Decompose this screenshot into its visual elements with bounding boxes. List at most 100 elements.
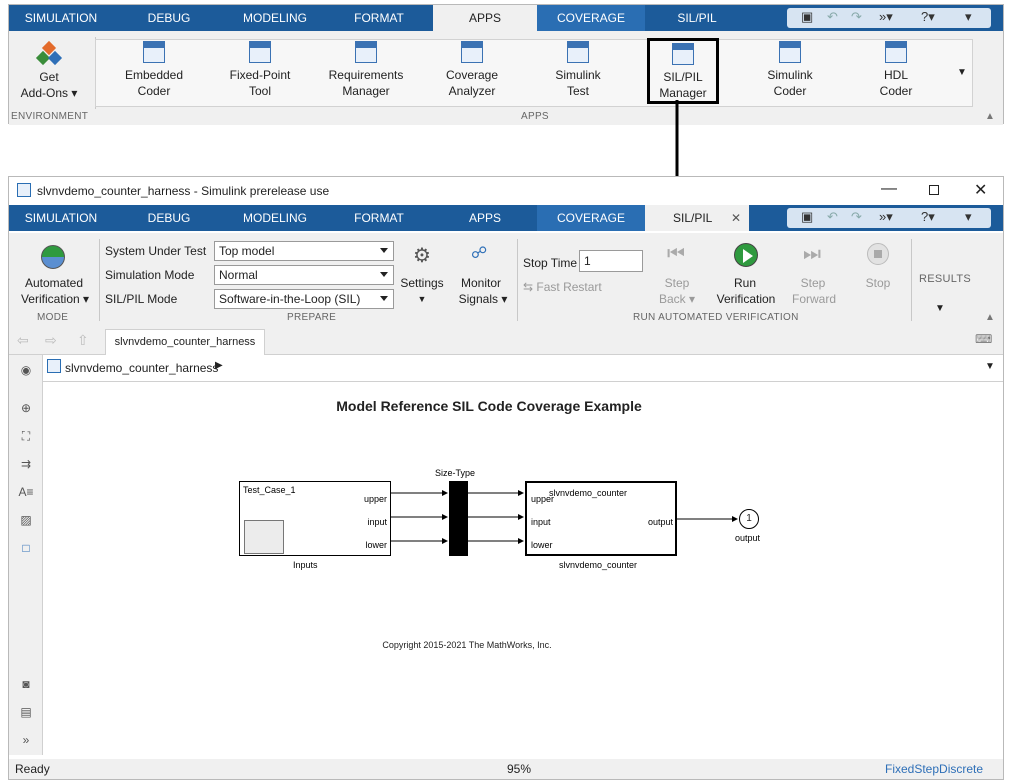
breadcrumb-dropdown-icon[interactable]: ▼ — [985, 361, 995, 372]
win-tab-format[interactable]: FORMAT — [325, 205, 433, 231]
win-collapse-icon[interactable]: ▾ — [965, 209, 972, 225]
breadcrumb-arrow-icon[interactable]: ▶ — [215, 360, 223, 371]
automated-verification-icon — [41, 245, 65, 269]
tab-format[interactable]: FORMAT — [325, 5, 433, 31]
model-icon — [47, 359, 61, 373]
simulink-coder-icon — [779, 41, 801, 63]
status-bar: Ready 95% FixedStepDiscrete — [9, 759, 1003, 779]
app-coverage-analyzer[interactable]: Coverage Analyzer — [427, 39, 517, 99]
app-requirements-manager[interactable]: Requirements Manager — [321, 39, 411, 99]
run-label2: Verification — [716, 292, 776, 306]
win-tab-simulation[interactable]: SIMULATION — [9, 205, 113, 231]
simulink-window: slvnvdemo_counter_harness - Simulink pre… — [8, 176, 1004, 780]
model-tab[interactable]: slvnvdemo_counter_harness — [105, 329, 265, 355]
gear-icon: ⚙ — [413, 245, 431, 267]
section-run-automated-verification: RUN AUTOMATED VERIFICATION — [633, 312, 799, 323]
get-add-ons-button[interactable]: Get Add-Ons ▾ — [9, 40, 89, 101]
collapse-icon[interactable]: ▾ — [965, 9, 972, 25]
property-inspector-icon[interactable]: ▤ — [18, 705, 34, 719]
forward-arrow-icon[interactable]: ⇨ — [45, 332, 57, 349]
sil-pil-mode-dropdown[interactable]: Software-in-the-Loop (SIL) — [214, 289, 394, 309]
keyboard-icon[interactable]: ⌨ — [975, 332, 992, 346]
system-under-test-dropdown[interactable]: Top model — [214, 241, 394, 261]
app-hdl-coder[interactable]: HDL Coder — [851, 39, 941, 99]
win-tab-modeling[interactable]: MODELING — [225, 205, 325, 231]
zoom-icon[interactable]: ⊕ — [18, 401, 34, 415]
tab-coverage[interactable]: COVERAGE — [537, 5, 645, 31]
hdl-coder-icon — [885, 41, 907, 63]
top-tab-bar: SIMULATION DEBUG MODELING FORMAT APPS CO… — [9, 5, 1003, 31]
expand-toolbar-icon[interactable]: » — [18, 733, 34, 747]
model-canvas[interactable]: Model Reference SIL Code Coverage Exampl… — [43, 381, 1003, 755]
back-arrow-icon[interactable]: ⇦ — [17, 332, 29, 349]
arrow-icon[interactable]: ⇉ — [18, 457, 34, 471]
win-undo-icon[interactable]: ↶ — [827, 209, 838, 225]
hide-browser-icon[interactable]: ◉ — [18, 363, 34, 377]
win-save-icon[interactable]: ▣ — [801, 209, 813, 225]
tab-modeling[interactable]: MODELING — [225, 5, 325, 31]
redo-icon[interactable]: ↷ — [851, 9, 862, 25]
app-embedded-coder[interactable]: Embedded Coder — [109, 39, 199, 99]
win-customize-icon[interactable]: »▾ — [879, 209, 893, 225]
section-mode: MODE — [37, 312, 69, 323]
tab-apps[interactable]: APPS — [433, 5, 537, 31]
results-expand-icon[interactable]: ▼ — [935, 303, 945, 314]
annotation-icon[interactable]: A≡ — [18, 485, 34, 499]
tab-close-icon[interactable]: ✕ — [731, 205, 741, 231]
settings-label: Settings — [400, 276, 444, 290]
tab-debug[interactable]: DEBUG — [113, 5, 225, 31]
left-toolbar: ◉ ⊕ ⛶ ⇉ A≡ ▨ □ ◙ ▤ » — [9, 355, 43, 755]
tab-sil-pil[interactable]: SIL/PIL — [645, 5, 749, 31]
fit-view-icon[interactable]: ⛶ — [18, 429, 34, 443]
apps-ribbon-strip: SIMULATION DEBUG MODELING FORMAT APPS CO… — [8, 4, 1004, 125]
stop-time-label: Stop Time — [523, 256, 578, 270]
win-collapse-ribbon-icon[interactable]: ▲ — [985, 312, 995, 323]
close-icon[interactable]: ✕ — [974, 180, 987, 200]
help-icon[interactable]: ?▾ — [921, 9, 935, 25]
app-sil-pil-manager[interactable]: SIL/PIL Manager — [647, 38, 719, 104]
minimize-icon[interactable]: — — [881, 180, 897, 198]
zoom-level[interactable]: 95% — [507, 762, 531, 776]
apps-ribbon: Get Add-Ons ▾ ENVIRONMENT Embedded Coder … — [9, 31, 1003, 125]
section-prepare: PREPARE — [287, 312, 337, 323]
window-title: slvnvdemo_counter_harness - Simulink pre… — [37, 184, 330, 198]
undo-icon[interactable]: ↶ — [827, 9, 838, 25]
tab-simulation[interactable]: SIMULATION — [9, 5, 113, 31]
quick-access-toolbar: ▣ ↶ ↷ »▾ ?▾ ▾ — [787, 8, 991, 28]
win-tab-debug[interactable]: DEBUG — [113, 205, 225, 231]
win-redo-icon[interactable]: ↷ — [851, 209, 862, 225]
customize-icon[interactable]: »▾ — [879, 9, 893, 25]
stop-time-input[interactable]: 1 — [579, 250, 643, 272]
window-tab-bar: SIMULATION DEBUG MODELING FORMAT APPS CO… — [9, 205, 1003, 231]
save-icon[interactable]: ▣ — [801, 9, 813, 25]
image-icon[interactable]: ▨ — [18, 513, 34, 527]
app-simulink-coder[interactable]: Simulink Coder — [745, 39, 835, 99]
breadcrumb-bar: slvnvdemo_counter_harness ▶ ▼ — [43, 355, 1003, 381]
simulink-test-icon — [567, 41, 589, 63]
step-back-icon: ⏮ — [667, 243, 685, 265]
camera-icon[interactable]: ◙ — [18, 677, 34, 691]
win-tab-sil-pil-label: SIL/PIL — [673, 211, 713, 225]
fast-restart-button[interactable]: ⇆ Fast Restart — [523, 280, 602, 294]
simulink-logo-icon — [17, 183, 31, 197]
simulation-mode-dropdown[interactable]: Normal — [214, 265, 394, 285]
gallery-expand-icon[interactable]: ▼ — [957, 67, 967, 78]
collapse-ribbon-icon[interactable]: ▲ — [985, 111, 995, 122]
up-arrow-icon[interactable]: ⇧ — [77, 332, 89, 349]
win-tab-sil-pil[interactable]: SIL/PIL ✕ — [645, 205, 749, 231]
win-help-icon[interactable]: ?▾ — [921, 209, 935, 225]
win-tab-coverage[interactable]: COVERAGE — [537, 205, 645, 231]
copyright: Copyright 2015-2021 The MathWorks, Inc. — [382, 640, 552, 650]
solver-link[interactable]: FixedStepDiscrete — [885, 762, 983, 776]
app-fixed-point-tool[interactable]: Fixed-Point Tool — [215, 39, 305, 99]
maximize-icon[interactable] — [929, 185, 939, 195]
breadcrumb[interactable]: slvnvdemo_counter_harness — [65, 361, 218, 375]
app-simulink-test[interactable]: Simulink Test — [533, 39, 623, 99]
run-icon — [734, 243, 758, 267]
win-tab-apps[interactable]: APPS — [433, 205, 537, 231]
area-icon[interactable]: □ — [18, 541, 34, 555]
monitor-signals-label1: Monitor — [460, 276, 501, 290]
section-results: RESULTS — [919, 273, 972, 285]
settings-caret-icon: ▼ — [417, 294, 427, 304]
automated-verification-label2: Verification — [20, 292, 80, 306]
